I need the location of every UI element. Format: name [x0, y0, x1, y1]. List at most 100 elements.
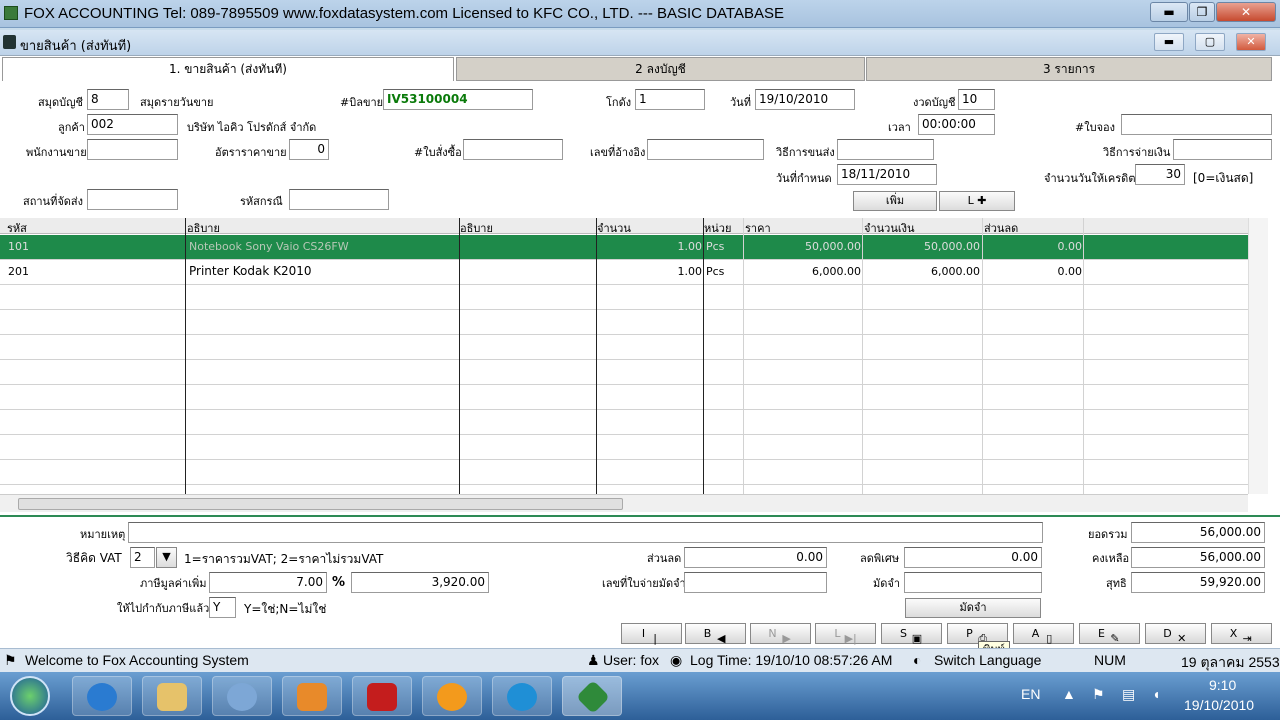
minimize-button[interactable]: ▬ — [1150, 2, 1188, 22]
last-record-button[interactable]: L ▶| — [815, 623, 876, 645]
grid-horizontal-scrollbar[interactable] — [0, 494, 1248, 512]
reference-field[interactable] — [647, 139, 764, 160]
zip-field[interactable] — [289, 189, 389, 210]
ship-to-field[interactable] — [87, 189, 178, 210]
delivery-method-field[interactable] — [837, 139, 934, 160]
salesperson-label: พนักงานขาย — [26, 146, 87, 159]
orange-app-icon — [437, 683, 467, 711]
flag-icon[interactable]: ⚑ — [1092, 686, 1105, 703]
taskbar-media-player[interactable] — [282, 676, 342, 716]
taskbar-filezilla[interactable] — [352, 676, 412, 716]
warehouse-field[interactable]: 1 — [635, 89, 705, 110]
note-field[interactable] — [128, 522, 1043, 543]
credit-days-field[interactable]: 30 — [1135, 164, 1185, 185]
remaining-label: คงเหลือ — [1092, 552, 1130, 565]
table-row[interactable] — [0, 435, 1248, 460]
network-icon[interactable]: ▤ — [1122, 686, 1135, 703]
volume-icon[interactable]: ◖ — [1152, 686, 1160, 702]
table-row[interactable] — [0, 360, 1248, 385]
taskbar-explorer[interactable] — [142, 676, 202, 716]
net-field[interactable]: 59,920.00 — [1131, 572, 1265, 593]
chevron-down-icon[interactable]: ▼ — [156, 547, 177, 568]
po-label: #ใบสั่งซื้อ — [414, 146, 462, 159]
previous-record-button[interactable]: B ◀ — [685, 623, 746, 645]
table-row[interactable] — [0, 335, 1248, 360]
grid-vertical-scrollbar[interactable] — [1248, 218, 1268, 494]
invoice-number-field[interactable]: IV53100004 — [383, 89, 533, 110]
table-row[interactable] — [0, 410, 1248, 435]
grid-divider — [596, 218, 597, 494]
lookup-button[interactable]: L ✚ — [939, 191, 1015, 211]
taskbar-registry[interactable] — [212, 676, 272, 716]
vat-method-select[interactable]: 2 — [130, 547, 155, 568]
special-discount-field[interactable]: 0.00 — [904, 547, 1042, 568]
status-num: NUM — [1094, 652, 1126, 668]
close-button[interactable]: ✕ — [1216, 2, 1276, 22]
table-row[interactable] — [0, 310, 1248, 335]
language-indicator[interactable]: EN — [1021, 686, 1040, 702]
nav-label: A — [1031, 627, 1040, 640]
inner-restore-button[interactable]: ▢ — [1195, 33, 1225, 51]
table-row[interactable]: 101 Notebook Sony Vaio CS26FW 1.00 Pcs 5… — [0, 235, 1248, 260]
taskbar-app-orange[interactable] — [422, 676, 482, 716]
taskbar-fox-accounting[interactable] — [562, 676, 622, 716]
period-label: งวดบัญชี — [913, 96, 956, 109]
clock-date[interactable]: 19/10/2010 — [1184, 697, 1254, 713]
exit-button[interactable]: X ⇥ — [1211, 623, 1272, 645]
table-row[interactable] — [0, 285, 1248, 310]
date-field[interactable]: 19/10/2010 — [755, 89, 855, 110]
items-grid: รหัส อธิบาย อธิบาย จำนวน หน่วย ราคา จำนว… — [0, 218, 1268, 494]
period-field[interactable]: 10 — [958, 89, 995, 110]
due-date-field[interactable]: 18/11/2010 — [837, 164, 937, 185]
vat-included-field[interactable]: Y — [209, 597, 236, 618]
tab-list[interactable]: 3 รายการ — [866, 57, 1272, 81]
tray-arrow-icon[interactable]: ▲ — [1062, 686, 1076, 702]
sales-window-title: ขายสินค้า (ส่งทันที) — [20, 39, 132, 54]
table-row[interactable] — [0, 385, 1248, 410]
invoice-label: #บิลขาย — [340, 96, 384, 109]
po-field[interactable] — [463, 139, 563, 160]
teamviewer-icon — [507, 683, 537, 711]
taskbar-internet-explorer[interactable] — [72, 676, 132, 716]
time-field[interactable]: 00:00:00 — [918, 114, 995, 135]
table-row[interactable] — [0, 460, 1248, 485]
table-row[interactable]: 201 Printer Kodak K2010 1.00 Pcs 6,000.0… — [0, 260, 1248, 285]
nav-label: E — [1098, 627, 1105, 640]
deposit-ref-field[interactable] — [684, 572, 827, 593]
switch-language-link[interactable]: Switch Language — [934, 652, 1041, 668]
add-record-button[interactable]: A ▯ — [1013, 623, 1074, 645]
vat-rate-field[interactable]: 7.00 — [209, 572, 327, 593]
edit-record-button[interactable]: E ✎ — [1079, 623, 1140, 645]
vat-amount-field[interactable]: 3,920.00 — [351, 572, 489, 593]
salesperson-field[interactable] — [87, 139, 178, 160]
journal-field[interactable]: 8 — [87, 89, 129, 110]
payment-method-field[interactable] — [1173, 139, 1272, 160]
payment-method-label: วิธีการจ่ายเงิน — [1103, 146, 1171, 159]
nav-label: L — [834, 627, 841, 640]
scrollbar-thumb[interactable] — [18, 498, 623, 510]
deposit-button[interactable]: มัดจำ — [905, 598, 1041, 618]
maximize-button[interactable]: ❐ — [1189, 2, 1215, 22]
next-record-button[interactable]: N ▶ — [750, 623, 811, 645]
customer-field[interactable]: 002 — [87, 114, 178, 135]
language-icon: ◐ — [913, 652, 922, 668]
inner-close-button[interactable]: ✕ — [1236, 33, 1266, 51]
first-record-button[interactable]: I |◀ — [621, 623, 682, 664]
total-field[interactable]: 56,000.00 — [1131, 522, 1265, 543]
taskbar-teamviewer[interactable] — [492, 676, 552, 716]
tab-sales[interactable]: 1. ขายสินค้า (ส่งทันที) — [2, 57, 454, 81]
start-button[interactable] — [10, 676, 50, 716]
delete-record-button[interactable]: D ✕ — [1145, 623, 1206, 645]
add-line-button[interactable]: เพิ่ม — [853, 191, 937, 211]
zip-label: รหัสกรณี — [240, 195, 283, 208]
discount-field[interactable]: 0.00 — [684, 547, 827, 568]
deposit-field[interactable] — [904, 572, 1042, 593]
tab-posting[interactable]: 2 ลงบัญชี — [456, 57, 865, 81]
booking-field[interactable] — [1121, 114, 1272, 135]
clock-time[interactable]: 9:10 — [1209, 677, 1236, 693]
price-rate-field[interactable]: 0 — [289, 139, 329, 160]
inner-minimize-button[interactable]: ▬ — [1154, 33, 1184, 51]
row-amount: 6,000.00 — [931, 265, 980, 278]
save-button[interactable]: S ▣ — [881, 623, 942, 645]
remaining-field[interactable]: 56,000.00 — [1131, 547, 1265, 568]
